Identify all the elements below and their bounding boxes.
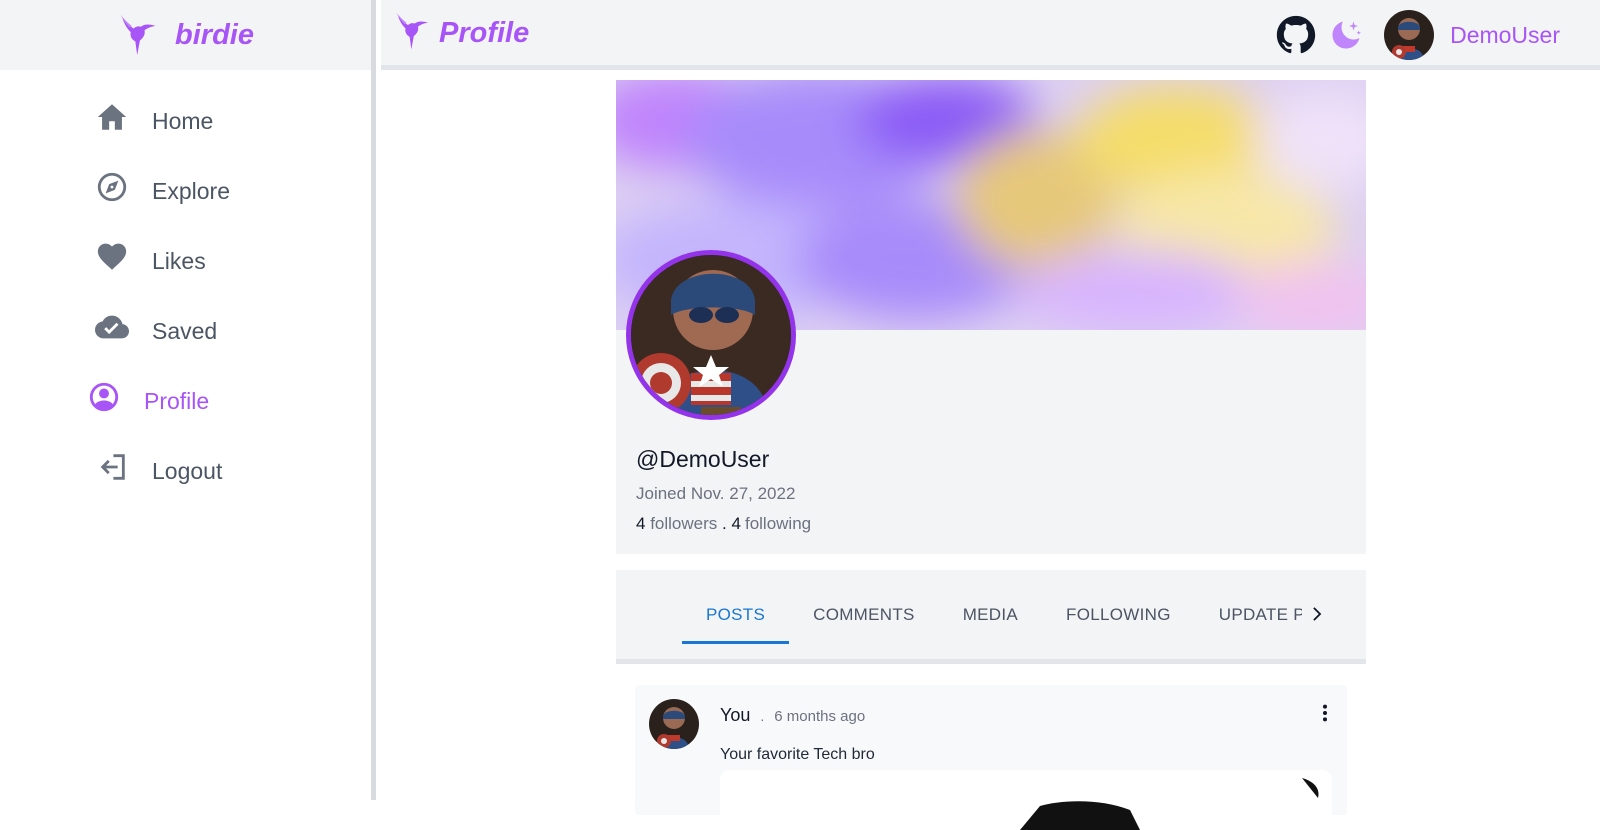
sidebar-item-label: Profile xyxy=(144,387,210,414)
compass-icon xyxy=(94,169,130,205)
brand-name: birdie xyxy=(175,18,254,51)
post-header: You . 6 months ago xyxy=(720,705,865,726)
post-timestamp: 6 months ago xyxy=(774,708,866,725)
logout-icon xyxy=(94,449,130,485)
sidebar-item-label: Explore xyxy=(152,177,230,204)
profile-card: @DemoUser Joined Nov. 27, 2022 4 followe… xyxy=(616,80,1366,554)
sidebar: birdie Home Explore Likes Saved Profile … xyxy=(0,0,376,800)
sidebar-item-logout[interactable]: Logout xyxy=(0,436,371,506)
post-author[interactable]: You xyxy=(720,705,750,726)
chevron-right-icon xyxy=(1313,607,1322,621)
github-icon[interactable] xyxy=(1276,15,1316,55)
sidebar-item-label: Home xyxy=(152,107,214,134)
tab-list: POSTS COMMENTS MEDIA FOLLOWING UPDATE PR… xyxy=(682,570,1302,659)
sidebar-item-label: Logout xyxy=(152,457,223,484)
page-header: Profile xyxy=(393,10,529,52)
home-icon xyxy=(94,99,130,135)
sidebar-item-likes[interactable]: Likes xyxy=(0,226,371,296)
avatar[interactable] xyxy=(1384,10,1435,60)
sidebar-item-label: Likes xyxy=(152,247,206,274)
post-text: Your favorite Tech bro xyxy=(720,746,875,763)
hummingbird-logo-icon xyxy=(120,14,156,56)
page-title: Profile xyxy=(439,16,530,49)
post-image[interactable] xyxy=(720,770,1332,830)
follow-separator: . xyxy=(722,514,727,533)
tab-following[interactable]: FOLLOWING xyxy=(1042,570,1195,659)
sidebar-item-home[interactable]: Home xyxy=(0,86,371,156)
sidebar-item-profile[interactable]: Profile xyxy=(0,366,371,436)
following-label[interactable]: following xyxy=(745,514,811,533)
brand[interactable]: birdie xyxy=(0,0,371,70)
post-card[interactable]: You . 6 months ago Your favorite Tech br… xyxy=(635,685,1347,830)
tab-posts[interactable]: POSTS xyxy=(682,570,790,659)
moon-icon[interactable] xyxy=(1328,17,1364,53)
avatar[interactable] xyxy=(649,699,699,749)
tab-comments[interactable]: COMMENTS xyxy=(789,570,939,659)
cloud-check-icon xyxy=(94,309,130,345)
heart-icon xyxy=(94,239,130,275)
sidebar-item-saved[interactable]: Saved xyxy=(0,296,371,366)
top-actions: DemoUser xyxy=(1276,10,1560,60)
more-vertical-icon xyxy=(1322,704,1328,722)
followers-count[interactable]: 4 xyxy=(636,514,645,533)
current-username[interactable]: DemoUser xyxy=(1450,22,1560,49)
post-separator: . xyxy=(760,708,765,724)
sidebar-item-label: Saved xyxy=(152,317,218,344)
follow-stats: 4 followers . 4 following xyxy=(636,514,811,534)
user-circle-icon xyxy=(86,379,122,415)
tab-scroll-right-button[interactable] xyxy=(1302,600,1330,628)
profile-handle: @DemoUser xyxy=(636,446,770,472)
sidebar-item-explore[interactable]: Explore xyxy=(0,156,371,226)
sidebar-nav: Home Explore Likes Saved Profile Logout xyxy=(0,70,371,506)
followers-label[interactable]: followers xyxy=(650,514,717,533)
top-bar: Profile DemoUser xyxy=(381,0,1600,70)
profile-joined-date: Joined Nov. 27, 2022 xyxy=(636,484,796,503)
tab-update-profile[interactable]: UPDATE PROFILE xyxy=(1195,570,1302,659)
following-count[interactable]: 4 xyxy=(732,514,741,533)
post-options-button[interactable] xyxy=(1313,699,1337,727)
profile-avatar[interactable] xyxy=(626,250,796,420)
hummingbird-logo-icon xyxy=(396,12,428,50)
main-content: @DemoUser Joined Nov. 27, 2022 4 followe… xyxy=(381,75,1600,830)
tab-media[interactable]: MEDIA xyxy=(939,570,1042,659)
profile-tabs: POSTS COMMENTS MEDIA FOLLOWING UPDATE PR… xyxy=(616,570,1366,664)
